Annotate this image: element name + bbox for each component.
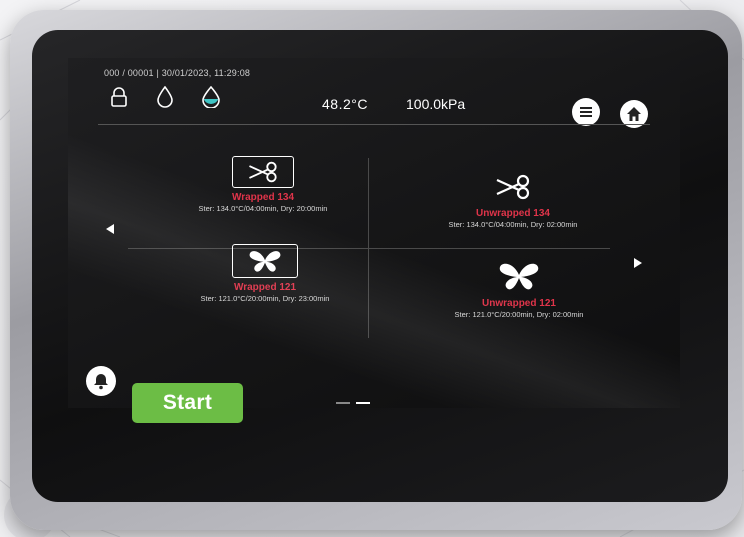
program-details: Ster: 121.0°C/20:00min, Dry: 23:00min [200, 294, 330, 303]
touch-screen: 000 / 00001 | 30/01/2023, 11:29:08 48.2°… [68, 58, 680, 408]
program-name: Wrapped 134 [231, 192, 295, 203]
home-icon [627, 107, 641, 121]
header-divider [98, 124, 650, 125]
temperature-readout: 48.2°C [322, 96, 368, 112]
butterfly-icon [404, 258, 634, 294]
start-button[interactable]: Start [132, 383, 243, 423]
program-details: Ster: 121.0°C/20:00min, Dry: 02:00min [454, 310, 584, 319]
program-name: Unwrapped 121 [482, 298, 556, 309]
program-wrapped-121[interactable]: Wrapped 121 Ster: 121.0°C/20:00min, Dry:… [150, 244, 380, 303]
menu-button[interactable] [572, 98, 600, 126]
prev-page-arrow[interactable] [106, 224, 114, 234]
datetime: 30/01/2023, 11:29:08 [161, 68, 251, 78]
butterfly-icon [232, 244, 298, 278]
alarm-button[interactable] [86, 366, 116, 396]
page-dot [336, 402, 350, 404]
program-name: Unwrapped 134 [476, 208, 550, 219]
cycle-counter: 000 / 00001 [104, 68, 154, 78]
scissors-icon [232, 156, 294, 188]
page-indicator [336, 402, 370, 404]
program-details: Ster: 134.0°C/04:00min, Dry: 02:00min [448, 220, 578, 229]
page-dot-active [356, 402, 370, 404]
scissors-icon [398, 170, 628, 204]
lock-icon [108, 86, 130, 108]
program-wrapped-134[interactable]: Wrapped 134 Ster: 134.0°C/04:00min, Dry:… [148, 156, 378, 213]
water-drop-outline-icon [154, 86, 176, 108]
water-drop-half-icon [200, 86, 222, 108]
program-name: Wrapped 121 [233, 282, 297, 293]
bell-icon [94, 374, 108, 390]
program-details: Ster: 134.0°C/04:00min, Dry: 20:00min [198, 204, 328, 213]
status-line: 000 / 00001 | 30/01/2023, 11:29:08 [104, 68, 251, 78]
program-unwrapped-121[interactable]: Unwrapped 121 Ster: 121.0°C/20:00min, Dr… [404, 258, 634, 319]
menu-icon [580, 107, 592, 117]
status-icons [108, 86, 222, 108]
next-page-arrow[interactable] [634, 258, 642, 268]
program-unwrapped-134[interactable]: Unwrapped 134 Ster: 134.0°C/04:00min, Dr… [398, 170, 628, 229]
pressure-readout: 100.0kPa [406, 96, 466, 112]
